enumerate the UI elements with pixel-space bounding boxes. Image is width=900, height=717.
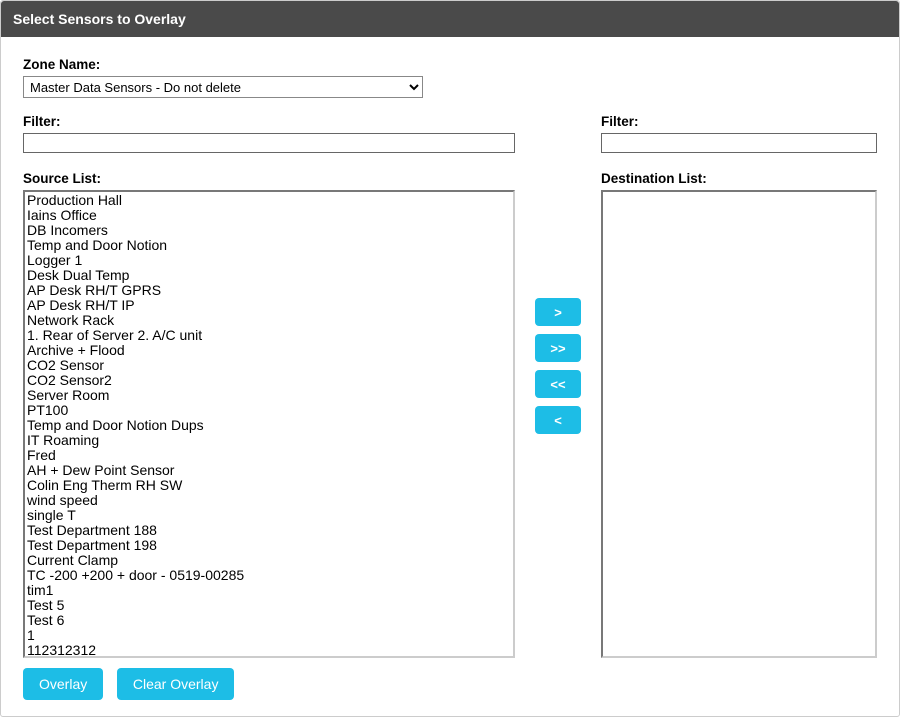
list-item[interactable]: DB Incomers xyxy=(27,223,511,238)
list-item[interactable]: IT Roaming xyxy=(27,433,511,448)
source-filter-input[interactable] xyxy=(23,133,515,153)
list-item[interactable]: Iains Office xyxy=(27,208,511,223)
move-left-button[interactable]: < xyxy=(535,406,581,434)
list-item[interactable]: Test 5 xyxy=(27,598,511,613)
dialog-title: Select Sensors to Overlay xyxy=(1,1,899,37)
list-item[interactable]: single T xyxy=(27,508,511,523)
list-item[interactable]: Temp and Door Notion xyxy=(27,238,511,253)
list-item[interactable]: AP Desk RH/T GPRS xyxy=(27,283,511,298)
list-item[interactable]: Production Hall xyxy=(27,193,511,208)
list-item[interactable]: wind speed xyxy=(27,493,511,508)
destination-filter-input[interactable] xyxy=(601,133,877,153)
list-item[interactable]: 112312312 xyxy=(27,643,511,658)
source-column: Filter: Source List: Production HallIain… xyxy=(23,114,515,658)
list-item[interactable]: AP Desk RH/T IP xyxy=(27,298,511,313)
action-row: Overlay Clear Overlay xyxy=(23,668,877,700)
list-item[interactable]: Desk Dual Temp xyxy=(27,268,511,283)
move-right-button[interactable]: > xyxy=(535,298,581,326)
list-item[interactable]: CO2 Sensor xyxy=(27,358,511,373)
list-item[interactable]: CO2 Sensor2 xyxy=(27,373,511,388)
source-listbox[interactable]: Production HallIains OfficeDB IncomersTe… xyxy=(23,190,515,658)
transfer-buttons: > >> << < xyxy=(515,114,601,438)
list-item[interactable]: Test 6 xyxy=(27,613,511,628)
list-item[interactable]: Test Department 188 xyxy=(27,523,511,538)
source-list-label: Source List: xyxy=(23,171,515,186)
zone-name-label: Zone Name: xyxy=(23,57,877,72)
list-item[interactable]: Logger 1 xyxy=(27,253,511,268)
move-all-right-button[interactable]: >> xyxy=(535,334,581,362)
destination-filter-label: Filter: xyxy=(601,114,877,129)
list-item[interactable]: 1. Rear of Server 2. A/C unit xyxy=(27,328,511,343)
destination-listbox[interactable] xyxy=(601,190,877,658)
list-item[interactable]: tim1 xyxy=(27,583,511,598)
list-item[interactable]: PT100 xyxy=(27,403,511,418)
list-item[interactable]: AH + Dew Point Sensor xyxy=(27,463,511,478)
overlay-button[interactable]: Overlay xyxy=(23,668,103,700)
list-item[interactable]: 1 xyxy=(27,628,511,643)
source-filter-label: Filter: xyxy=(23,114,515,129)
clear-overlay-button[interactable]: Clear Overlay xyxy=(117,668,235,700)
list-item[interactable]: Colin Eng Therm RH SW xyxy=(27,478,511,493)
list-item[interactable]: Temp and Door Notion Dups xyxy=(27,418,511,433)
move-all-left-button[interactable]: << xyxy=(535,370,581,398)
list-item[interactable]: Archive + Flood xyxy=(27,343,511,358)
list-item[interactable]: Server Room xyxy=(27,388,511,403)
destination-column: Filter: Destination List: xyxy=(601,114,877,658)
list-item[interactable]: Fred xyxy=(27,448,511,463)
list-item[interactable]: TC -200 +200 + door - 0519-00285 xyxy=(27,568,511,583)
list-item[interactable]: Network Rack xyxy=(27,313,511,328)
dialog-body: Zone Name: Master Data Sensors - Do not … xyxy=(1,37,899,716)
zone-name-select[interactable]: Master Data Sensors - Do not delete xyxy=(23,76,423,98)
list-item[interactable]: Test Department 198 xyxy=(27,538,511,553)
dialog-select-sensors: Select Sensors to Overlay Zone Name: Mas… xyxy=(0,0,900,717)
destination-list-label: Destination List: xyxy=(601,171,877,186)
list-item[interactable]: Current Clamp xyxy=(27,553,511,568)
